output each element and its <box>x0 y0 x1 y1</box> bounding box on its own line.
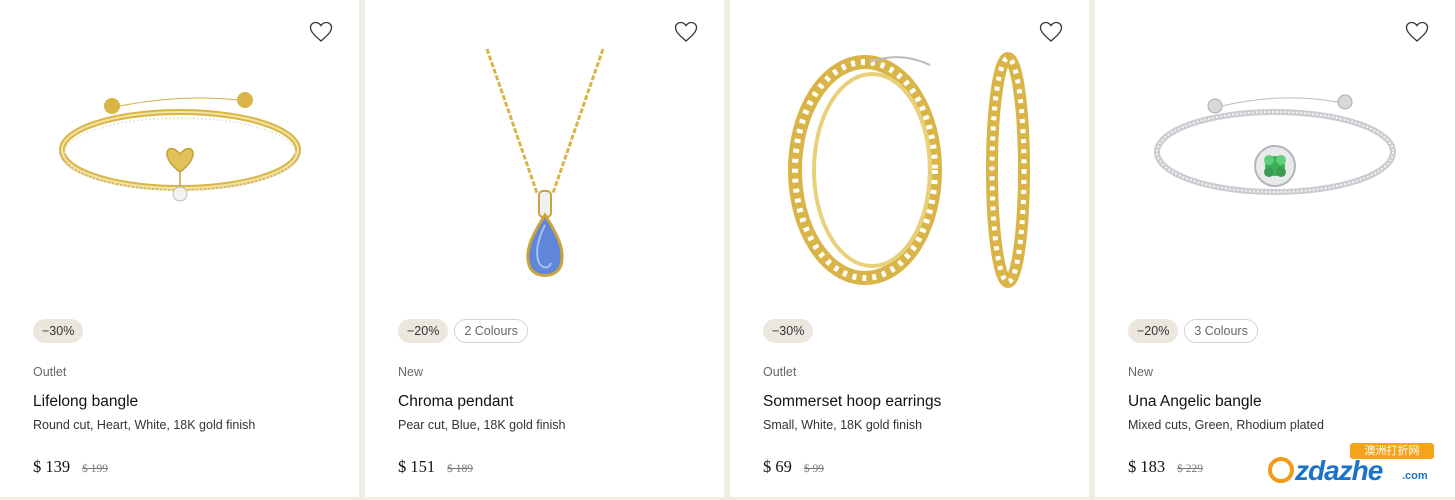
discount-badge: −30% <box>763 319 814 343</box>
product-grid: −30% Outlet Lifelong bangle Round cut, H… <box>0 0 1455 500</box>
original-price: $ 189 <box>447 463 473 475</box>
gold-pendant-image <box>485 48 604 277</box>
sale-price: $ 151 <box>398 457 436 476</box>
product-name[interactable]: Sommerset hoop earrings <box>763 393 941 411</box>
sale-price: $ 139 <box>33 457 71 476</box>
product-image[interactable] <box>365 40 724 300</box>
discount-badge: −20% <box>398 319 449 343</box>
watermark-logo: zdazhe <box>1268 455 1383 487</box>
product-description: Round cut, Heart, White, 18K gold finish <box>33 418 256 432</box>
price-row: $ 183 $ 229 <box>1128 457 1203 477</box>
product-badge: Outlet <box>33 365 67 379</box>
product-image[interactable] <box>730 40 1089 300</box>
price-row: $ 151 $ 189 <box>398 457 473 477</box>
watermark-suffix: .com <box>1402 470 1428 482</box>
product-image[interactable] <box>1095 40 1455 300</box>
tag-row: −20% 2 Colours <box>398 319 528 343</box>
tag-row: −20% 3 Colours <box>1128 319 1258 343</box>
price-row: $ 69 $ 99 <box>763 457 824 477</box>
product-description: Mixed cuts, Green, Rhodium plated <box>1128 418 1324 432</box>
price-row: $ 139 $ 199 <box>33 457 108 477</box>
hoop-earrings-image <box>787 52 1030 288</box>
product-card[interactable]: −20% 2 Colours New Chroma pendant Pear c… <box>365 0 724 497</box>
silver-bangle-image <box>1154 94 1396 195</box>
product-badge: Outlet <box>763 365 797 379</box>
product-image[interactable] <box>0 40 359 300</box>
product-card[interactable]: −20% 3 Colours New Una Angelic bangle Mi… <box>1095 0 1455 497</box>
product-card[interactable]: −30% Outlet Lifelong bangle Round cut, H… <box>0 0 359 497</box>
product-description: Small, White, 18K gold finish <box>763 418 923 432</box>
tag-row: −30% <box>763 319 814 343</box>
product-description: Pear cut, Blue, 18K gold finish <box>398 418 566 432</box>
colours-count-tag[interactable]: 3 Colours <box>1184 319 1258 343</box>
colours-count-tag[interactable]: 2 Colours <box>454 319 528 343</box>
product-badge: New <box>1128 365 1154 379</box>
original-price: $ 229 <box>1177 463 1203 475</box>
product-badge: New <box>398 365 424 379</box>
gold-bangle-image <box>58 92 301 202</box>
original-price: $ 99 <box>803 463 824 475</box>
discount-badge: −20% <box>1128 319 1179 343</box>
site-watermark: 澳洲打折网 zdazhe .com <box>1268 443 1444 491</box>
product-name[interactable]: Una Angelic bangle <box>1128 393 1262 411</box>
product-card[interactable]: −30% Outlet Sommerset hoop earrings Smal… <box>730 0 1089 497</box>
watermark-o-icon <box>1268 457 1294 483</box>
product-name[interactable]: Chroma pendant <box>398 393 513 411</box>
product-name[interactable]: Lifelong bangle <box>33 393 138 411</box>
watermark-brand: zdazhe <box>1295 455 1383 486</box>
discount-badge: −30% <box>33 319 84 343</box>
sale-price: $ 183 <box>1128 457 1166 476</box>
original-price: $ 199 <box>82 463 108 475</box>
tag-row: −30% <box>33 319 84 343</box>
sale-price: $ 69 <box>763 457 792 476</box>
